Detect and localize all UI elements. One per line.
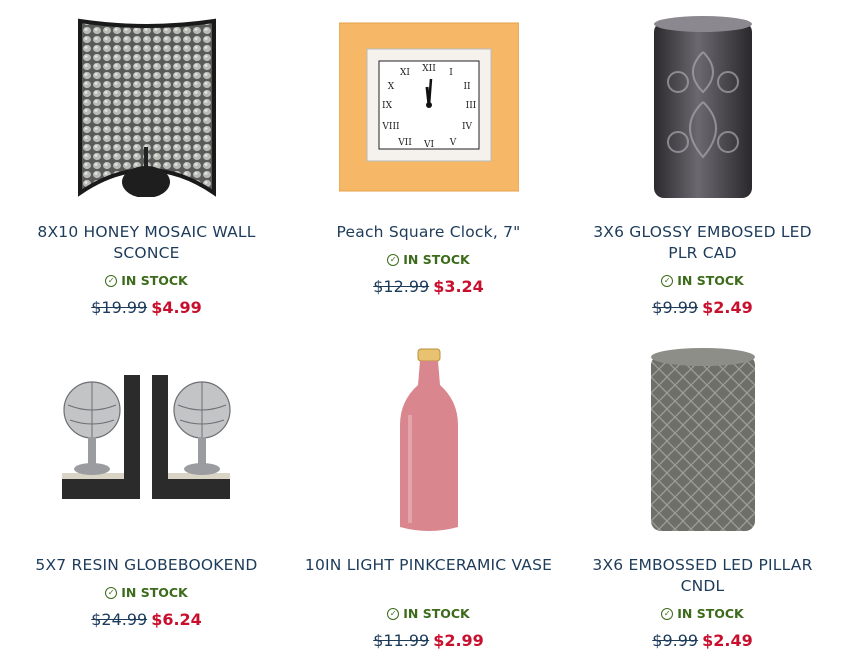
- sale-price: $4.99: [151, 298, 202, 317]
- check-circle-icon: ✓: [661, 607, 674, 620]
- embossed-candle-image: [653, 16, 752, 198]
- svg-text:VI: VI: [422, 140, 433, 150]
- stock-status: ✓ IN STOCK: [562, 273, 843, 288]
- stock-status: ✓ IN STOCK: [6, 273, 287, 288]
- product-card[interactable]: 5X7 RESIN GLOBEBOOKEND ✓ IN STOCK $24.99…: [6, 333, 287, 669]
- original-price: $11.99: [373, 631, 430, 650]
- original-price: $24.99: [91, 610, 148, 629]
- globe-bookend-image: [61, 375, 231, 499]
- svg-text:II: II: [463, 82, 471, 92]
- peach-clock-image: XIIVI IX III III IVV VIIVIII XXI: [338, 22, 519, 192]
- sale-price: $6.24: [151, 610, 202, 629]
- product-image[interactable]: [329, 345, 529, 535]
- price: $9.99 $2.49: [562, 631, 843, 650]
- product-title[interactable]: 3X6 GLOSSY EMBOSED LED PLR CAD: [576, 222, 829, 264]
- price: $11.99 $2.99: [288, 631, 569, 650]
- stock-label: IN STOCK: [677, 273, 744, 288]
- product-image[interactable]: [47, 12, 247, 202]
- stock-label: IN STOCK: [403, 252, 470, 267]
- stock-status: ✓ IN STOCK: [6, 585, 287, 600]
- original-price: $9.99: [652, 298, 699, 317]
- product-grid: 8X10 HONEY MOSAIC WALL SCONCE ✓ IN STOCK…: [0, 0, 843, 672]
- stock-label: IN STOCK: [677, 606, 744, 621]
- product-title[interactable]: 8X10 HONEY MOSAIC WALL SCONCE: [20, 222, 273, 264]
- sale-price: $3.24: [433, 277, 484, 296]
- stock-status: ✓ IN STOCK: [562, 606, 843, 621]
- stock-label: IN STOCK: [121, 273, 188, 288]
- price: $19.99 $4.99: [6, 298, 287, 317]
- original-price: $19.99: [91, 298, 148, 317]
- pink-vase-image: [399, 348, 458, 531]
- svg-text:VIII: VIII: [381, 122, 400, 132]
- product-title[interactable]: 5X7 RESIN GLOBEBOOKEND: [20, 555, 273, 576]
- sale-price: $2.99: [433, 631, 484, 650]
- check-circle-icon: ✓: [387, 607, 400, 620]
- product-title[interactable]: 3X6 EMBOSSED LED PILLAR CNDL: [576, 555, 829, 597]
- price: $24.99 $6.24: [6, 610, 287, 629]
- product-image[interactable]: [47, 345, 247, 535]
- svg-text:V: V: [448, 138, 456, 148]
- product-title[interactable]: 10IN LIGHT PINKCERAMIC VASE: [302, 555, 555, 576]
- price: $9.99 $2.49: [562, 298, 843, 317]
- svg-text:IX: IX: [382, 101, 393, 111]
- product-image[interactable]: [603, 12, 803, 202]
- stock-label: IN STOCK: [403, 606, 470, 621]
- svg-text:XII: XII: [422, 64, 436, 74]
- product-card[interactable]: 3X6 EMBOSSED LED PILLAR CNDL ✓ IN STOCK …: [562, 333, 843, 669]
- original-price: $12.99: [373, 277, 430, 296]
- original-price: $9.99: [652, 631, 699, 650]
- stock-label: IN STOCK: [121, 585, 188, 600]
- mosaic-sconce-image: [77, 18, 216, 197]
- stock-status: ✓ IN STOCK: [288, 252, 569, 267]
- stock-status: ✓ IN STOCK: [288, 606, 569, 621]
- sale-price: $2.49: [702, 298, 753, 317]
- gray-pillar-candle-image: [650, 348, 755, 531]
- check-circle-icon: ✓: [105, 274, 118, 287]
- product-card[interactable]: 3X6 GLOSSY EMBOSED LED PLR CAD ✓ IN STOC…: [562, 0, 843, 336]
- check-circle-icon: ✓: [387, 253, 400, 266]
- product-title[interactable]: Peach Square Clock, 7": [302, 222, 555, 243]
- svg-text:III: III: [465, 101, 476, 111]
- check-circle-icon: ✓: [661, 274, 674, 287]
- product-image[interactable]: XII VI IX III I II IV V VII VIII X XI: [329, 12, 529, 202]
- product-card[interactable]: 8X10 HONEY MOSAIC WALL SCONCE ✓ IN STOCK…: [6, 0, 287, 336]
- product-card[interactable]: 10IN LIGHT PINKCERAMIC VASE ✓ IN STOCK $…: [288, 333, 569, 669]
- svg-text:XI: XI: [400, 68, 410, 78]
- product-image[interactable]: [603, 345, 803, 535]
- product-card[interactable]: XII VI IX III I II IV V VII VIII X XI Peach Sq…: [288, 0, 569, 336]
- svg-text:I: I: [449, 68, 453, 78]
- sale-price: $2.49: [702, 631, 753, 650]
- check-circle-icon: ✓: [105, 586, 118, 599]
- svg-text:IV: IV: [461, 122, 472, 132]
- price: $12.99 $3.24: [288, 277, 569, 296]
- svg-text:X: X: [387, 82, 394, 92]
- svg-text:VII: VII: [397, 138, 412, 148]
